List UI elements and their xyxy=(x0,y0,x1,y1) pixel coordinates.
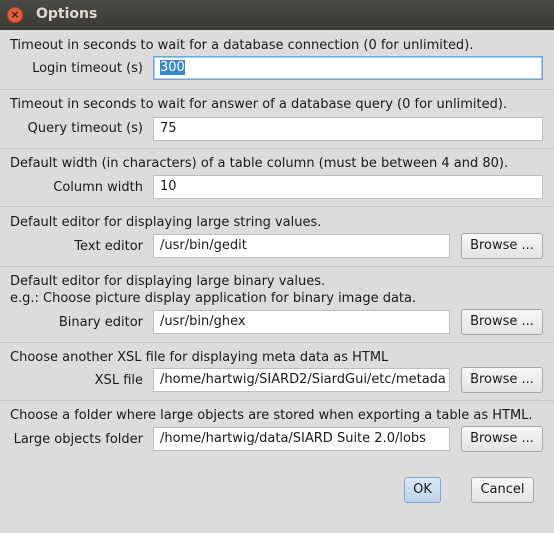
lobs-folder-browse-button[interactable]: Browse ... xyxy=(461,426,543,452)
binary-editor-browse-button[interactable]: Browse ... xyxy=(461,309,543,335)
login-timeout-description: Timeout in seconds to wait for a databas… xyxy=(10,38,474,53)
separator xyxy=(0,342,554,343)
query-timeout-input[interactable]: 75 xyxy=(153,117,543,141)
text-editor-browse-button[interactable]: Browse ... xyxy=(461,233,543,259)
separator xyxy=(0,266,554,267)
options-panel: Timeout in seconds to wait for a databas… xyxy=(0,30,554,533)
lobs-folder-label: Large objects folder xyxy=(13,432,143,447)
login-timeout-input[interactable]: 300 xyxy=(153,56,543,80)
cancel-button[interactable]: Cancel xyxy=(471,477,534,503)
lobs-folder-input[interactable]: /home/hartwig/data/SIARD Suite 2.0/lobs xyxy=(153,427,450,451)
xsl-file-browse-button[interactable]: Browse ... xyxy=(461,367,543,393)
lobs-folder-description: Choose a folder where large objects are … xyxy=(10,408,533,423)
binary-editor-description: Default editor for displaying large bina… xyxy=(10,274,326,289)
window-title: Options xyxy=(36,6,98,22)
text-editor-label: Text editor xyxy=(74,239,143,254)
ok-button[interactable]: OK xyxy=(404,477,441,503)
xsl-file-description: Choose another XSL file for displaying m… xyxy=(10,350,389,365)
login-timeout-value: 300 xyxy=(160,60,185,75)
binary-editor-label: Binary editor xyxy=(58,315,143,330)
column-width-description: Default width (in characters) of a table… xyxy=(10,156,509,171)
text-editor-description: Default editor for displaying large stri… xyxy=(10,215,322,230)
column-width-label: Column width xyxy=(53,180,143,195)
separator xyxy=(0,206,554,207)
separator xyxy=(0,148,554,149)
binary-editor-description-2: e.g.: Choose picture display application… xyxy=(10,291,417,306)
close-icon[interactable]: × xyxy=(7,7,23,23)
binary-editor-input[interactable]: /usr/bin/ghex xyxy=(153,310,450,334)
xsl-file-label: XSL file xyxy=(94,373,143,388)
login-timeout-label: Login timeout (s) xyxy=(32,61,143,76)
column-width-input[interactable]: 10 xyxy=(153,175,543,199)
title-bar: × Options xyxy=(0,0,554,30)
xsl-file-input[interactable]: /home/hartwig/SIARD2/SiardGui/etc/metada xyxy=(153,368,450,392)
separator xyxy=(0,400,554,401)
text-editor-input[interactable]: /usr/bin/gedit xyxy=(153,234,450,258)
separator xyxy=(0,89,554,90)
query-timeout-label: Query timeout (s) xyxy=(27,121,143,136)
query-timeout-description: Timeout in seconds to wait for answer of… xyxy=(10,97,508,112)
